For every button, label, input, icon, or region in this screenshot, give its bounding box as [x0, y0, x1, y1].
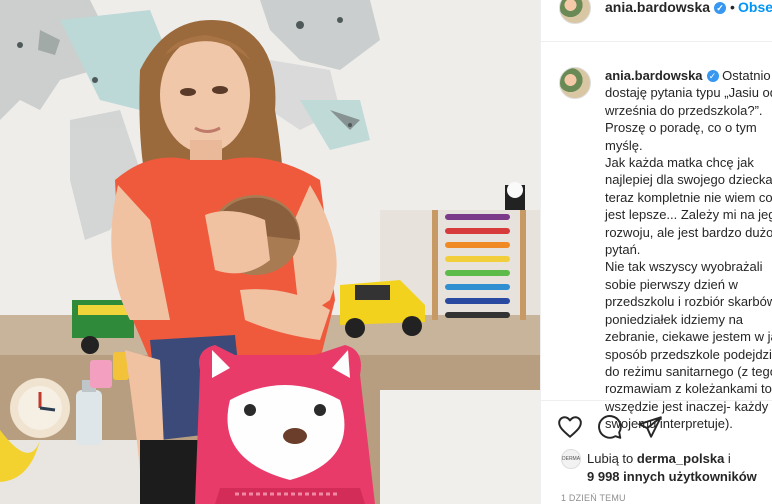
post-header: ania.bardowska ✓ • Obserwuj	[541, 0, 772, 42]
caption-avatar[interactable]	[559, 67, 591, 99]
comment-icon[interactable]	[597, 414, 623, 440]
caption-username[interactable]: ania.bardowska	[605, 68, 703, 83]
caption-text: Ostatnio dostaję pytania typu „Jasiu od …	[605, 68, 772, 432]
header-separator: •	[730, 0, 735, 15]
share-icon[interactable]	[637, 414, 663, 440]
follow-button[interactable]: Obserwuj	[738, 0, 772, 14]
likes-prefix: Lubią to	[587, 451, 637, 466]
post-actions: DERMA Lubią to derma_polska i 9 998 inny…	[541, 400, 772, 504]
liker-username[interactable]: derma_polska	[637, 451, 724, 466]
header-username[interactable]: ania.bardowska ✓	[605, 0, 727, 15]
heart-icon[interactable]	[557, 414, 583, 440]
liker-avatar[interactable]: DERMA	[561, 449, 581, 469]
instagram-post: ania.bardowska✓ • Obserwuj ania.bardowsk…	[0, 0, 772, 504]
verified-icon: ✓	[714, 2, 727, 14]
post-timestamp[interactable]: 1 DZIEŃ TEMU	[561, 493, 626, 503]
photo-illustration	[0, 0, 540, 504]
verified-icon: ✓	[706, 70, 719, 82]
post-sidebar: ania.bardowska✓ • Obserwuj ania.bardowsk…	[540, 0, 772, 504]
likes-line-1: Lubią to derma_polska i	[587, 451, 731, 466]
caption: ania.bardowska ✓ Ostatnio dostaję pytania…	[605, 67, 772, 433]
header-avatar[interactable]	[559, 0, 591, 24]
comments-area[interactable]: ania.bardowska ✓ Ostatnio dostaję pytania…	[541, 43, 772, 431]
header-username-text[interactable]: ania.bardowska	[605, 0, 710, 15]
post-photo[interactable]	[0, 0, 540, 504]
likes-others[interactable]: 9 998 innych użytkowników	[587, 469, 757, 484]
likes-suffix: i	[724, 451, 731, 466]
